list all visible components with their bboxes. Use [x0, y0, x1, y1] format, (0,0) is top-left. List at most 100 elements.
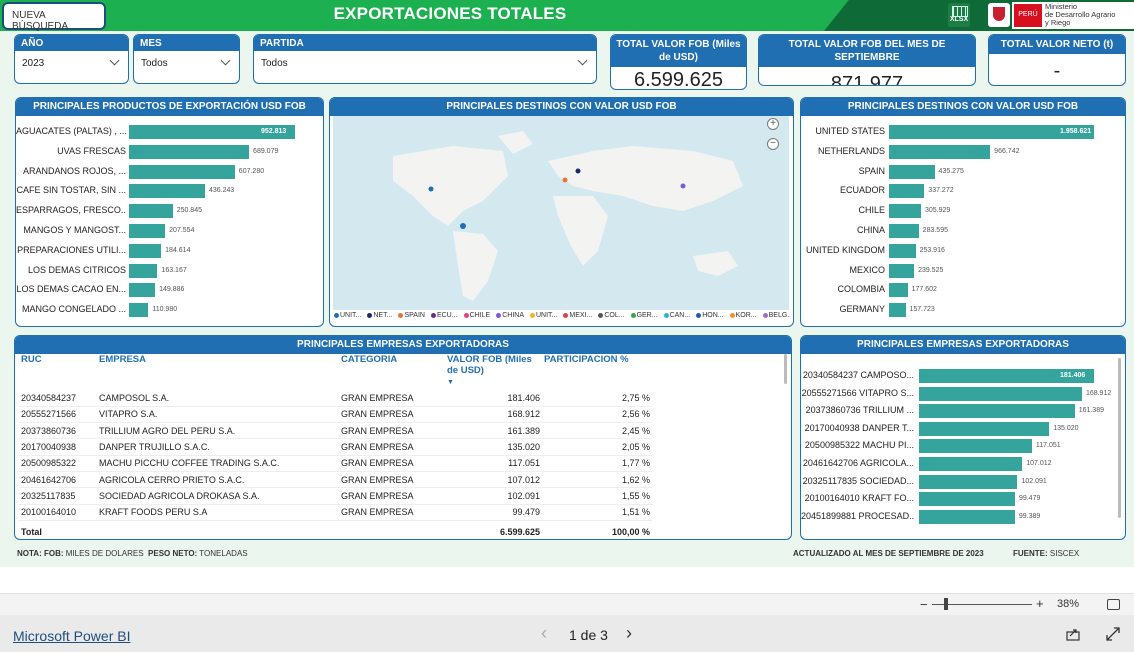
partida-filter[interactable]: PARTIDA Todos	[253, 34, 597, 84]
bar[interactable]	[889, 263, 915, 278]
cell-part: 1,77 %	[542, 455, 652, 472]
legend-item[interactable]: KOR...	[729, 312, 760, 319]
zoom-in-button[interactable]: +	[1036, 596, 1044, 611]
column-header-categoria[interactable]: CATEGORIA	[339, 352, 445, 390]
next-page-icon[interactable]: ›	[626, 623, 632, 644]
bar[interactable]	[919, 386, 1082, 401]
legend-label: HON...	[702, 312, 724, 319]
bar[interactable]	[129, 184, 205, 199]
legend-label: KOR...	[735, 312, 757, 319]
fullscreen-icon[interactable]	[1106, 627, 1120, 641]
bar[interactable]	[919, 404, 1075, 419]
legend-item[interactable]: GER...	[630, 312, 661, 319]
bar-label: NETHERLANDS	[817, 145, 885, 156]
legend-item[interactable]: MEXI...	[563, 312, 595, 319]
table-row[interactable]: 20340584237 CAMPOSOL S.A. GRAN EMPRESA 181.…	[19, 390, 652, 407]
legend-label: MEXI...	[569, 312, 593, 319]
bar-label: 20373860736 TRILLIUM ...	[805, 405, 914, 416]
cell-fob: 102.091	[445, 487, 542, 505]
table-row[interactable]: 20500985322 MACHU PICCHU COFFEE TRADING S…	[19, 455, 652, 472]
legend-item[interactable]: CHINA	[496, 312, 527, 319]
column-header-ruc[interactable]: RUC	[19, 352, 97, 390]
bar[interactable]	[889, 204, 922, 219]
total-part: 100,00 %	[611, 526, 650, 537]
bar[interactable]	[129, 263, 158, 278]
bar-label: 20170040938 DANPER T...	[804, 422, 914, 433]
bar[interactable]	[889, 224, 919, 238]
bar[interactable]	[129, 303, 149, 318]
bar[interactable]	[129, 144, 250, 159]
powerbi-link[interactable]: Microsoft Power BI	[13, 628, 130, 644]
share-icon[interactable]	[1066, 627, 1081, 641]
table-scrollbar[interactable]	[784, 354, 787, 384]
bar[interactable]	[129, 204, 173, 219]
bar[interactable]	[129, 164, 235, 179]
bar-value-label: 117.051	[1035, 442, 1061, 450]
table-row[interactable]: 20170040938 DANPER TRUJILLO S.A.C. GRAN EM…	[19, 438, 652, 456]
legend-item[interactable]: ECU...	[430, 312, 461, 319]
column-header-participacion[interactable]: PARTICIPACION %	[542, 352, 652, 390]
prev-page-icon[interactable]: ‹	[541, 623, 547, 644]
map-panel: PRINCIPALES DESTINOS CON VALOR USD FOB +…	[329, 97, 794, 327]
cell-ruc: 20170040938	[19, 438, 97, 456]
legend-item[interactable]: HON...	[696, 312, 726, 319]
year-filter[interactable]: AÑO 2023	[14, 34, 129, 84]
legend-item[interactable]: SPAIN	[398, 312, 428, 319]
zoom-slider-thumb[interactable]	[944, 598, 948, 610]
bar[interactable]	[129, 243, 162, 258]
legend-item[interactable]: UNIT...	[529, 312, 560, 319]
table-row[interactable]: 20555271566 VITAPRO S.A. GRAN EMPRESA 168.9…	[19, 406, 652, 424]
bar[interactable]	[889, 184, 925, 199]
cell-fob: 161.389	[445, 422, 542, 440]
table-row[interactable]: 20373860736 TRILLIUM AGRO DEL PERU S.A. GR…	[19, 422, 652, 440]
bar[interactable]	[889, 144, 991, 159]
legend-item[interactable]: CHILE	[463, 312, 494, 319]
chart-scrollbar[interactable]	[1118, 358, 1121, 518]
zoom-in-icon[interactable]: +	[767, 118, 779, 130]
legend-label: CHILE	[469, 312, 491, 319]
bar[interactable]	[919, 457, 1023, 471]
zoom-out-button[interactable]: −	[920, 597, 928, 612]
bar-label: SPAIN	[858, 165, 885, 176]
bar[interactable]	[919, 492, 1015, 507]
fit-to-page-icon[interactable]	[1107, 599, 1120, 610]
column-header-fob[interactable]: VALOR FOB (Miles de USD) ▼	[445, 352, 542, 390]
cell-part: 2,05 %	[542, 438, 652, 456]
table-row[interactable]: 20461642706 AGRICOLA CERRO PRIETO S.A.C. G…	[19, 471, 652, 489]
bar[interactable]	[889, 164, 935, 179]
bar-value-label: 689.079	[253, 147, 279, 155]
bar[interactable]	[919, 474, 1018, 489]
bar[interactable]	[129, 224, 166, 238]
excel-export-icon[interactable]: XLSX	[948, 3, 970, 27]
bar-value-label: 110.980	[152, 306, 178, 314]
bar[interactable]	[889, 303, 906, 318]
new-search-button[interactable]: NUEVA BÚSQUEDA	[2, 2, 106, 32]
legend-item[interactable]: COL...	[598, 312, 627, 319]
month-filter[interactable]: MES Todos	[133, 34, 240, 84]
bar[interactable]	[919, 439, 1032, 454]
bar[interactable]	[889, 243, 916, 258]
legend-item[interactable]: UNIT...	[334, 312, 364, 319]
world-map[interactable]: + −	[333, 116, 789, 310]
table-row[interactable]: 20100164010 KRAFT FOODS PERU S.A GRAN EMPR…	[19, 504, 652, 521]
kpi-net-total-label: TOTAL VALOR NETO (t)	[989, 35, 1125, 54]
bar[interactable]	[919, 509, 1015, 524]
legend-item[interactable]: CAN...	[663, 312, 694, 319]
cell-ruc: 20325117835	[19, 487, 97, 505]
bar-label: 20451899881 PROCESAD...	[801, 510, 914, 521]
bar[interactable]	[129, 283, 156, 298]
footnote-fob-text: MILES DE DOLARES	[65, 549, 144, 558]
bar[interactable]	[889, 283, 908, 298]
table-row[interactable]: 20325117835 SOCIEDAD AGRICOLA DROKASA S.A…	[19, 487, 652, 505]
kpi-fob-total-value: 6.599.625	[634, 69, 723, 90]
column-header-empresa[interactable]: EMPRESA	[97, 352, 339, 390]
bar[interactable]	[919, 421, 1050, 436]
bar-label: ESPARRAGOS, FRESCO...	[16, 205, 126, 216]
peru-crest-icon	[988, 3, 1010, 27]
legend-item[interactable]: BELG...	[762, 312, 790, 319]
legend-item[interactable]: NET...	[367, 312, 395, 319]
zoom-out-icon[interactable]: −	[767, 138, 779, 150]
partida-filter-value: Todos	[261, 58, 288, 69]
sort-desc-icon[interactable]: ▼	[447, 379, 454, 386]
year-filter-label: AÑO	[15, 35, 128, 51]
